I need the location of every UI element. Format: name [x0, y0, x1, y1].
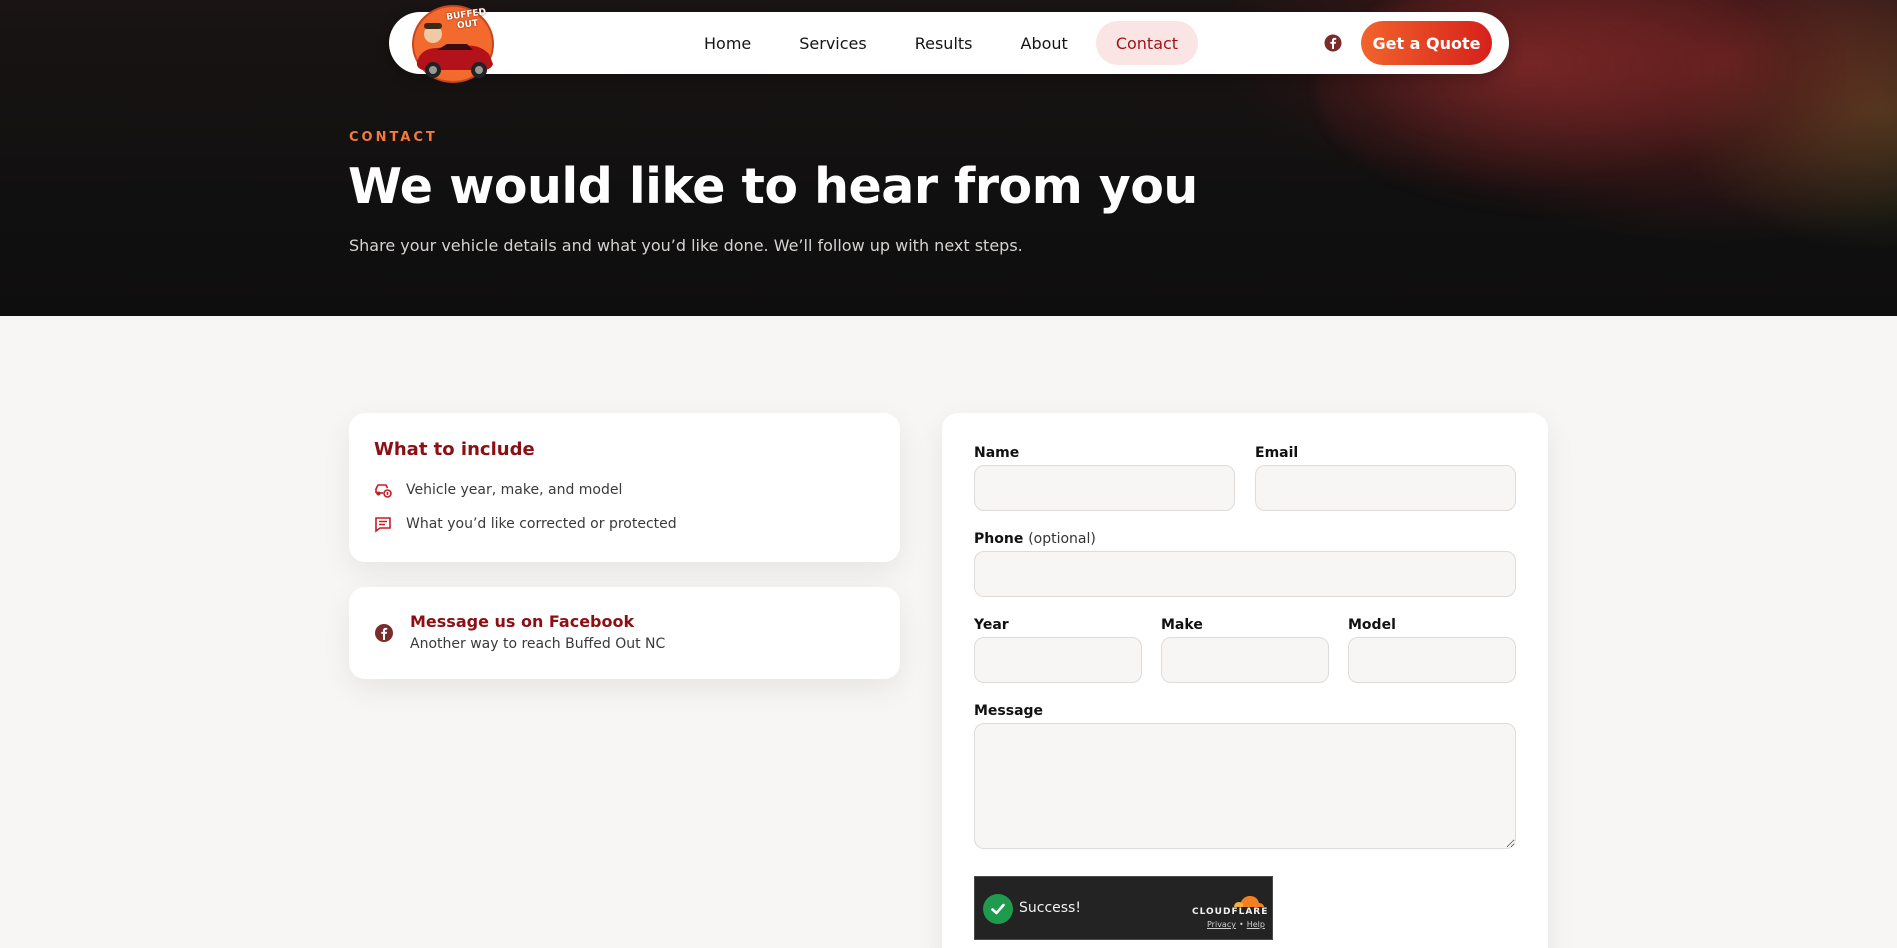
site-logo[interactable]: BUFFED OUT: [407, 4, 499, 86]
car-info-icon: [374, 481, 392, 499]
page-title: We would like to hear from you: [348, 158, 1198, 215]
main-navigation: BUFFED OUT Home Services Results About C…: [389, 5, 1509, 83]
message-label: Message: [974, 703, 1044, 719]
hero-subtitle: Share your vehicle details and what you’…: [349, 236, 1023, 255]
year-field[interactable]: [974, 637, 1142, 683]
phone-label: Phone (optional): [974, 531, 1096, 547]
make-label: Make: [1161, 617, 1203, 633]
nav-link-services[interactable]: Services: [779, 21, 886, 65]
nav-link-about[interactable]: About: [1001, 21, 1088, 65]
facebook-card-title: Message us on Facebook: [410, 612, 635, 631]
get-quote-button[interactable]: Get a Quote: [1361, 21, 1492, 65]
turnstile-status: Success!: [1019, 900, 1081, 916]
nav-links: Home Services Results About Contact: [684, 21, 1199, 65]
facebook-message-card[interactable]: Message us on Facebook Another way to re…: [349, 587, 900, 679]
nav-link-home[interactable]: Home: [684, 21, 771, 65]
help-link[interactable]: Help: [1247, 920, 1265, 929]
make-field[interactable]: [1161, 637, 1329, 683]
facebook-card-subtitle: Another way to reach Buffed Out NC: [410, 636, 666, 652]
model-field[interactable]: [1348, 637, 1516, 683]
what-to-include-card: What to include Vehicle year, make, and …: [349, 413, 900, 562]
email-field[interactable]: [1255, 465, 1516, 511]
nav-link-results[interactable]: Results: [895, 21, 993, 65]
phone-optional-note: (optional): [1028, 531, 1096, 547]
model-label: Model: [1348, 617, 1396, 633]
phone-field[interactable]: [974, 551, 1516, 597]
cloudflare-turnstile-widget[interactable]: Success! CLOUDFLARE Privacy • Help: [974, 876, 1273, 940]
list-item: Vehicle year, make, and model: [374, 481, 622, 499]
list-item: What you’d like corrected or protected: [374, 515, 677, 533]
privacy-link[interactable]: Privacy: [1207, 920, 1236, 929]
hero-eyebrow: CONTACT: [349, 130, 438, 145]
year-label: Year: [974, 617, 1009, 633]
message-field[interactable]: [974, 723, 1516, 849]
facebook-icon[interactable]: [1323, 33, 1343, 53]
include-card-title: What to include: [374, 439, 535, 460]
success-check-icon: [983, 894, 1013, 924]
link-separator: •: [1238, 920, 1244, 929]
include-item-text: What you’d like corrected or protected: [406, 516, 677, 532]
include-item-text: Vehicle year, make, and model: [406, 482, 623, 498]
facebook-icon: [374, 623, 394, 643]
contact-form: Name Email Phone (optional) Year Make Mo…: [942, 413, 1548, 948]
email-label: Email: [1255, 445, 1299, 461]
name-field[interactable]: [974, 465, 1235, 511]
cloudflare-brand: CLOUDFLARE: [1192, 907, 1269, 917]
name-label: Name: [974, 445, 1020, 461]
phone-label-text: Phone: [974, 531, 1024, 547]
nav-link-contact[interactable]: Contact: [1095, 21, 1199, 65]
turnstile-links: Privacy • Help: [1207, 920, 1265, 929]
message-icon: [374, 515, 392, 533]
